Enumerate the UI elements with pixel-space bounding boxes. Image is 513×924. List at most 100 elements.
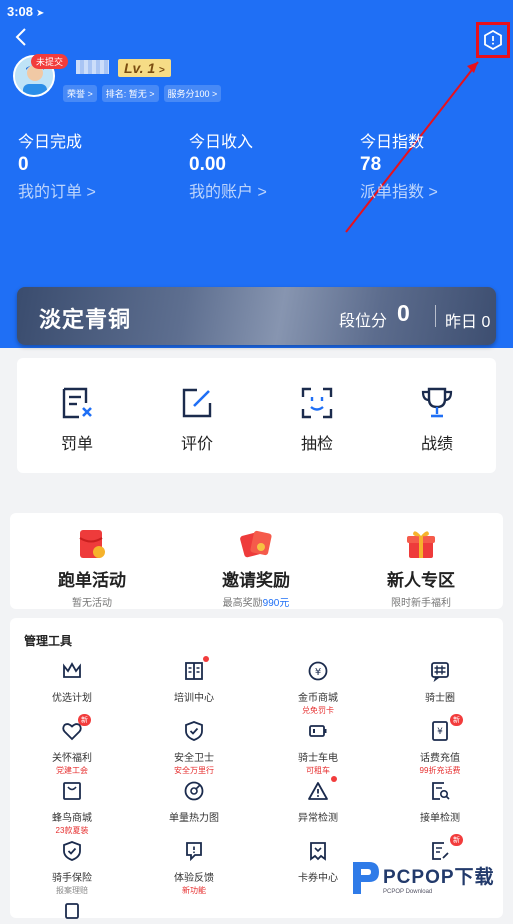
tool-order-check[interactable]: 接单检测 <box>380 780 500 824</box>
yesterday-score: 昨日 0 <box>445 314 491 331</box>
dispatch-index-link[interactable]: 派单指数 > <box>360 178 438 202</box>
heart-icon: 新 <box>12 714 132 744</box>
tool-label: 安全卫士 <box>174 753 214 764</box>
tool-phone-recharge[interactable]: ¥ 新 话费充值 99折充话费 <box>380 714 500 776</box>
tool-sub: 可租车 <box>306 766 330 775</box>
review-button[interactable]: 评价 <box>157 386 237 454</box>
chevron-right-icon: > <box>159 65 165 76</box>
new-badge: 新 <box>450 834 463 846</box>
promo-sub: 最高奖励990元 <box>181 594 331 609</box>
stat-label: 今日指数 <box>360 134 425 151</box>
tool-label: 骑士车电 <box>298 753 338 764</box>
stat-index: 今日指数 78 派单指数 > <box>360 128 438 202</box>
penalty-label: 罚单 <box>60 436 93 453</box>
watermark-logo-icon <box>353 862 379 894</box>
tool-label: 异常检测 <box>298 813 338 824</box>
promo-card: 跑单活动 暂无活动 邀请奖励 最高奖励990元 新人专区 限时新手福利 <box>10 513 503 609</box>
tool-order-heatmap[interactable]: 单量热力图 <box>134 780 254 824</box>
notification-dot <box>331 776 337 782</box>
level-badge[interactable]: Lv. 1 > <box>118 59 171 77</box>
stat-value: 0 <box>18 154 29 175</box>
red-envelope-icon <box>17 528 167 560</box>
stat-label: 今日完成 <box>18 134 83 151</box>
crown-icon <box>12 660 132 684</box>
tool-label: 接单检测 <box>420 813 460 824</box>
tool-hummingbird-mall[interactable]: 蜂鸟商城 23款夏装 <box>12 780 132 836</box>
tool-sub: 23款夏装 <box>55 826 89 835</box>
tool-sub: 安全万里行 <box>174 766 214 775</box>
review-label: 评价 <box>180 436 213 453</box>
hash-icon <box>380 660 500 684</box>
tool-label: 蜂鸟商城 <box>52 813 92 824</box>
tool-feedback[interactable]: 体验反馈 新功能 <box>134 840 254 896</box>
tool-sub: 报案理赔 <box>56 886 88 895</box>
tool-sub: 99折充话费 <box>419 766 461 775</box>
spot-check-label: 抽检 <box>300 436 333 453</box>
watermark: PCPOP下载 PCPOP Download <box>349 858 495 898</box>
stat-label: 今日收入 <box>189 134 254 151</box>
tool-sub: 新功能 <box>182 886 206 895</box>
new-badge: 新 <box>78 714 91 726</box>
tag-honor[interactable]: 荣誉 > <box>63 85 97 102</box>
tool-label: 骑士圈 <box>425 693 455 704</box>
newbie-zone-button[interactable]: 新人专区 限时新手福利 <box>346 528 496 609</box>
my-account-link[interactable]: 我的账户 > <box>189 178 267 202</box>
rank-banner[interactable]: 淡定青铜 段位分 0 昨日 0 <box>17 287 496 345</box>
my-orders-link[interactable]: 我的订单 > <box>18 178 96 202</box>
tool-care-welfare[interactable]: 新 关怀福利 党建工会 <box>12 714 132 776</box>
tool-safety-guard[interactable]: 安全卫士 安全万里行 <box>134 720 254 776</box>
tool-preferred-plan[interactable]: 优选计划 <box>12 660 132 704</box>
tool-label: 关怀福利 <box>52 753 92 764</box>
tag-service-score[interactable]: 服务分100 > <box>163 85 222 102</box>
tool-label: 骑手保险 <box>52 873 92 884</box>
heatmap-icon <box>134 780 254 804</box>
promo-title: 跑单活动 <box>58 571 126 590</box>
record-label: 战绩 <box>420 436 453 453</box>
gift-icon <box>346 528 496 560</box>
record-button[interactable]: 战绩 <box>397 386 477 454</box>
promo-title: 邀请奖励 <box>222 571 290 590</box>
tool-coin-mall[interactable]: ¥ 金币商城 兑免罚卡 <box>258 660 378 716</box>
doc-search-icon <box>380 780 500 804</box>
promo-sub: 暂无活动 <box>72 598 112 609</box>
watermark-text: PCPOP下载 <box>383 866 495 888</box>
edit-icon <box>157 386 237 422</box>
stat-income: 今日收入 0.00 我的账户 > <box>189 128 267 202</box>
tool-label: 优选计划 <box>52 693 92 704</box>
segment-label: 段位分 <box>339 313 388 330</box>
penalty-button[interactable]: 罚单 <box>37 386 117 454</box>
run-activity-button[interactable]: 跑单活动 暂无活动 <box>17 528 167 609</box>
shield-check-icon <box>134 720 254 744</box>
promo-title: 新人专区 <box>387 571 455 590</box>
package-icon <box>12 900 132 924</box>
phone-bill-icon: ¥ 新 <box>380 714 500 744</box>
tool-rider-ebike[interactable]: 骑士车电 可租车 <box>258 720 378 776</box>
tool-partial[interactable] <box>12 900 132 924</box>
tool-label: 单量热力图 <box>169 813 219 824</box>
divider <box>435 305 436 327</box>
stat-completed: 今日完成 0 我的订单 > <box>18 128 96 202</box>
notification-dot <box>203 656 209 662</box>
stat-value: 78 <box>360 154 382 175</box>
tools-header: 管理工具 <box>24 634 73 648</box>
tool-sub: 党建工会 <box>56 766 88 775</box>
promo-sub-highlight: 990元 <box>262 598 290 609</box>
segment-value: 0 <box>397 300 410 326</box>
tool-rider-insurance[interactable]: 骑手保险 报案理赔 <box>12 840 132 896</box>
tag-ranking[interactable]: 排名: 暂无 > <box>101 85 159 102</box>
profile-tags: 荣誉 > 排名: 暂无 > 服务分100 > <box>63 85 222 102</box>
spot-check-button[interactable]: 抽检 <box>277 386 357 454</box>
promo-sub-prefix: 最高奖励 <box>222 598 263 609</box>
watermark-sub: PCPOP Download <box>383 888 433 895</box>
trophy-icon <box>397 386 477 422</box>
face-scan-icon <box>277 386 357 422</box>
tool-label: 体验反馈 <box>174 873 214 884</box>
tool-anomaly-detection[interactable]: 异常检测 <box>258 776 378 824</box>
level-text: Lv. 1 <box>124 60 156 76</box>
tool-training-center[interactable]: 培训中心 <box>134 656 254 704</box>
tool-rider-circle[interactable]: 骑士圈 <box>380 660 500 704</box>
shop-bag-icon <box>12 780 132 804</box>
invite-reward-button[interactable]: 邀请奖励 最高奖励990元 <box>181 528 331 609</box>
tool-label: 金币商城 <box>298 693 338 704</box>
svg-text:¥: ¥ <box>437 727 443 737</box>
